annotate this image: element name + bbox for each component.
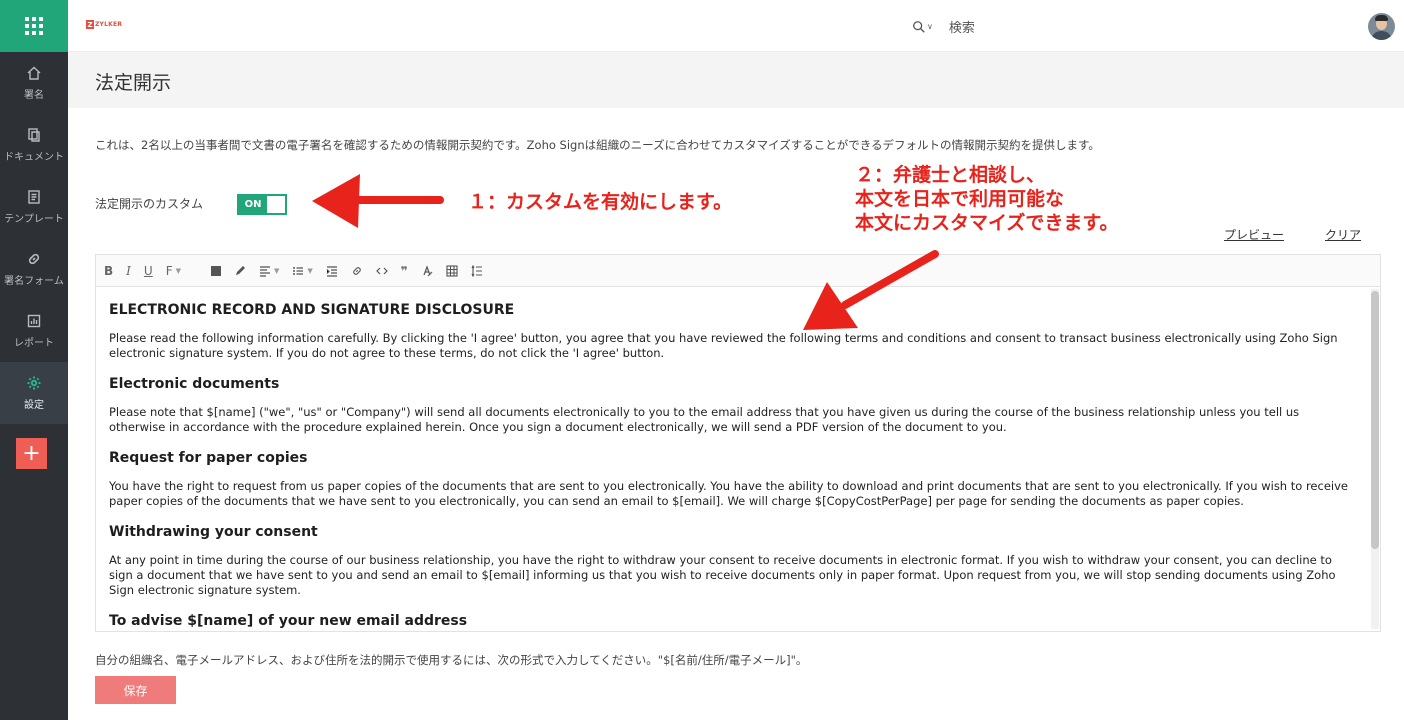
bold-button[interactable]: B (104, 264, 113, 278)
line-height-button[interactable] (471, 264, 483, 277)
italic-button[interactable]: I (126, 264, 131, 278)
sidebar-item-label: 署名フォーム (4, 276, 64, 287)
content-paragraph: At any point in time during the course o… (109, 553, 1336, 597)
annotation-line: ２：弁護士と相談し、 (855, 164, 1046, 186)
logo: Z ZYLKER (86, 20, 122, 29)
content-heading: ELECTRONIC RECORD AND SIGNATURE DISCLOSU… (109, 302, 515, 318)
editor-content[interactable]: ELECTRONIC RECORD AND SIGNATURE DISCLOSU… (96, 287, 1366, 631)
save-button[interactable]: 保存 (95, 676, 176, 704)
document-icon (28, 128, 40, 142)
sidebar-item-label: 設定 (24, 400, 44, 411)
format-hint: 自分の組織名、電子メールアドレス、および住所を法的開示で使用するには、次の形式で… (95, 653, 808, 667)
page-title: 法定開示 (95, 72, 172, 94)
content-heading: Withdrawing your consent (109, 524, 318, 540)
sidebar-item-label: レポート (14, 338, 54, 349)
link-icon (353, 266, 361, 275)
content-heading: Request for paper copies (109, 450, 308, 466)
code-button[interactable] (375, 265, 388, 277)
top-bar: Z ZYLKER ∨ 検索 (68, 0, 1404, 52)
template-icon (28, 190, 40, 204)
indent-button[interactable] (326, 265, 338, 277)
intro-text: これは、2名以上の当事者間で文書の電子署名を確認するための情報開示契約です。Zo… (95, 138, 1100, 152)
content-paragraph: Please note that $[name] ("we", "us" or … (109, 405, 1300, 434)
link-button[interactable] (351, 265, 363, 277)
link-icon (28, 253, 40, 265)
content-heading: Electronic documents (109, 376, 280, 392)
page-header: 法定開示 (68, 52, 1404, 108)
quote-button[interactable]: ❞ (401, 264, 408, 278)
color-square-icon (211, 265, 221, 276)
sidebar-item-sign[interactable]: 署名 (0, 52, 68, 114)
annotation-step-2: ２：弁護士と相談し、 本文を日本で利用可能な 本文にカスタマイズできます。 (855, 163, 1119, 235)
report-icon (27, 314, 41, 328)
search-box[interactable]: ∨ 検索 (912, 17, 975, 36)
custom-disclosure-label: 法定開示のカスタム (95, 197, 204, 211)
text-color-button[interactable] (211, 265, 221, 276)
sidebar-item-label: テンプレート (4, 214, 64, 225)
line-height-icon (471, 264, 482, 277)
annotation-step-1: １：カスタムを有効にします。 (468, 191, 733, 213)
add-button[interactable]: + (16, 438, 47, 469)
sidebar-item-sign-forms[interactable]: 署名フォーム (0, 238, 68, 300)
sidebar-item-reports[interactable]: レポート (0, 300, 68, 362)
home-icon (27, 66, 41, 80)
clear-format-button[interactable] (421, 264, 433, 277)
apps-button[interactable] (0, 0, 68, 52)
highlight-button[interactable] (234, 265, 246, 277)
sidebar-item-settings[interactable]: 設定 (0, 362, 68, 424)
custom-disclosure-toggle[interactable]: ON (237, 194, 287, 215)
gear-icon (27, 376, 41, 390)
content-paragraph: Please read the following information ca… (109, 331, 1338, 360)
font-label: F (165, 263, 173, 278)
scrollbar-thumb[interactable] (1371, 291, 1379, 549)
table-button[interactable] (446, 264, 458, 277)
sidebar-item-label: 署名 (24, 90, 44, 101)
brush-icon (236, 265, 245, 275)
list-icon (293, 266, 304, 275)
sidebar: 署名 ドキュメント テンプレート 署名フォーム レポート 設定 + (0, 0, 68, 720)
toggle-on-label: ON (239, 196, 267, 213)
avatar[interactable] (1368, 13, 1395, 40)
annotation-line: 本文を日本で利用可能な (855, 188, 1065, 210)
code-icon (375, 267, 388, 274)
arrow-right-icon (312, 174, 444, 228)
chevron-down-icon: ▼ (175, 266, 181, 275)
indent-icon (326, 265, 337, 277)
table-icon (446, 264, 458, 277)
sidebar-item-label: ドキュメント (4, 152, 64, 163)
editor-scrollbar[interactable] (1371, 289, 1379, 629)
search-label: 検索 (948, 21, 975, 36)
chevron-down-icon: ▼ (274, 266, 280, 275)
font-dropdown[interactable]: F ▼ (166, 264, 181, 278)
underline-button[interactable]: U (144, 264, 153, 278)
list-dropdown[interactable]: ▼ (292, 265, 313, 277)
chevron-down-icon[interactable]: ∨ (927, 22, 933, 31)
sidebar-item-documents[interactable]: ドキュメント (0, 114, 68, 176)
logo-text: ZYLKER (95, 21, 123, 28)
annotation-line: 本文にカスタマイズできます。 (855, 212, 1119, 234)
chevron-down-icon: ▼ (307, 266, 313, 275)
content-paragraph: You have the right to request from us pa… (109, 479, 1348, 508)
align-dropdown[interactable]: ▼ (259, 265, 279, 277)
preview-link[interactable]: プレビュー (1224, 226, 1284, 243)
apps-grid-icon (25, 17, 43, 35)
align-icon (260, 265, 270, 277)
sidebar-item-templates[interactable]: テンプレート (0, 176, 68, 238)
search-icon (913, 20, 925, 33)
logo-mark-icon: Z (86, 20, 94, 29)
clear-format-icon (423, 264, 433, 276)
disclosure-editor: B I U F ▼ ▼ ▼ ❞ ELECTRONIC RECORD AND SIG… (95, 254, 1381, 632)
content-heading: To advise $[name] of your new email addr… (109, 613, 468, 629)
clear-link[interactable]: クリア (1325, 226, 1361, 243)
editor-toolbar: B I U F ▼ ▼ ▼ ❞ (96, 255, 1380, 287)
